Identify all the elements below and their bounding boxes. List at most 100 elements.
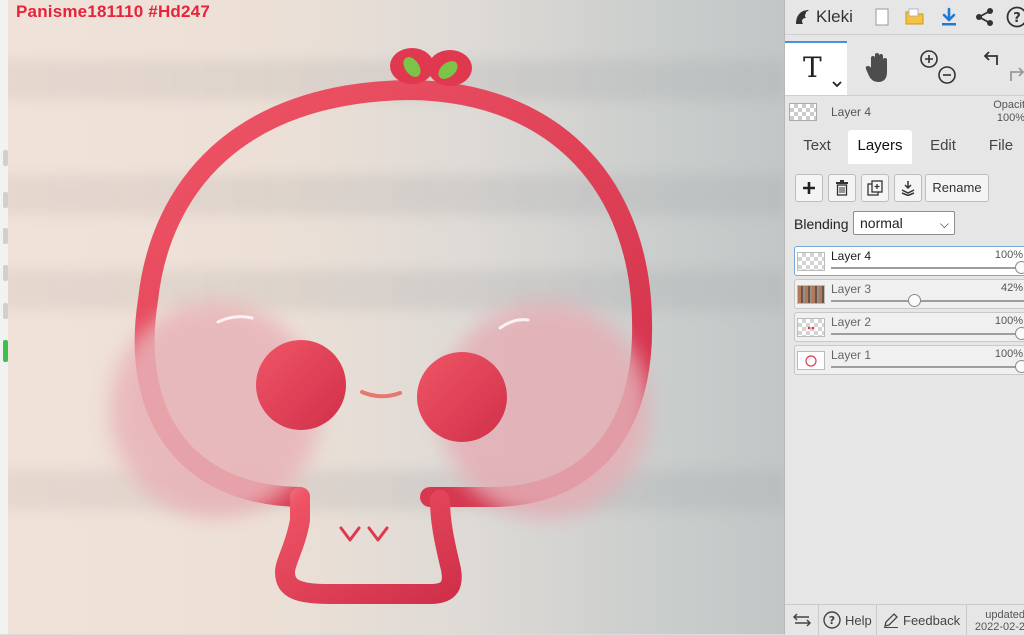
merge-layer-button[interactable] (894, 174, 922, 202)
layer-row-layer-3[interactable]: Layer 3 42% (794, 279, 1024, 309)
mouth (362, 392, 400, 396)
tab-edit[interactable]: Edit (915, 130, 971, 164)
left-edge-gutter (0, 0, 8, 634)
new-image-icon[interactable] (869, 4, 895, 30)
layer-opacity-slider-track[interactable] (831, 366, 1024, 368)
tool-row: T (785, 41, 1024, 96)
swap-arrows-icon (793, 612, 811, 628)
edge-marker (3, 150, 8, 166)
layer-opacity-value: 100% (995, 249, 1023, 261)
add-layer-button[interactable] (795, 174, 823, 202)
zoom-out-icon[interactable] (937, 65, 957, 85)
layer-row-layer-1[interactable]: Layer 1 100% (794, 345, 1024, 375)
layer-opacity-value: 42% (1001, 282, 1023, 294)
text-tool-glyph: T (803, 51, 822, 84)
svg-text:?: ? (1013, 11, 1021, 26)
skull-artwork (0, 0, 784, 634)
plus-icon (802, 181, 816, 195)
edge-marker (3, 303, 8, 319)
zoom-in-icon[interactable] (919, 49, 939, 69)
layer-opacity-slider-knob[interactable] (1015, 261, 1024, 274)
kleki-logo-icon (793, 7, 813, 27)
layer-opacity-slider-knob[interactable] (1015, 360, 1024, 373)
layer-thumbnail (797, 351, 825, 370)
updated-date: 2022-02-2 (975, 621, 1024, 633)
layer-opacity-slider-track[interactable] (831, 300, 1024, 302)
layer-name: Layer 2 (831, 315, 871, 329)
svg-text:?: ? (829, 614, 835, 627)
tab-layers[interactable]: Layers (848, 130, 912, 164)
right-eye (417, 352, 507, 442)
layer-name: Layer 1 (831, 348, 871, 362)
left-eye (256, 340, 346, 430)
layer-opacity-slider-knob[interactable] (908, 294, 921, 307)
blending-mode-select[interactable]: normal ⌵ (853, 211, 955, 235)
edge-marker-active (3, 340, 8, 362)
hand-icon (864, 52, 892, 84)
feedback-label: Feedback (903, 613, 960, 628)
app-name: Kleki (816, 7, 853, 27)
delete-layer-button[interactable] (828, 174, 856, 202)
pencil-icon (883, 612, 899, 628)
swap-side-button[interactable] (785, 605, 819, 635)
layers-panel: Rename Blending normal ⌵ Layer 4 100% La… (785, 164, 1024, 602)
layer-opacity-value: 100% (995, 348, 1023, 360)
layer-opacity-slider-track[interactable] (831, 333, 1024, 335)
share-icon[interactable] (972, 4, 998, 30)
top-bar: Kleki ? (785, 0, 1024, 35)
layer-row-layer-2[interactable]: Layer 2 100% (794, 312, 1024, 342)
layer-name: Layer 3 (831, 282, 871, 296)
feedback-button[interactable]: Feedback (877, 605, 967, 635)
layer-opacity-slider-knob[interactable] (1015, 327, 1024, 340)
blending-mode-value: normal (860, 215, 903, 231)
undo-icon[interactable] (983, 49, 1003, 69)
help-label: Help (845, 613, 872, 628)
help-circle-icon: ? (823, 611, 841, 629)
current-layer-info: Layer 4 Opacit 100% (785, 97, 1024, 127)
current-layer-name: Layer 4 (831, 105, 871, 119)
side-panel: Kleki ? T (784, 0, 1024, 634)
download-icon[interactable] (936, 4, 962, 30)
help-icon[interactable]: ? (1004, 4, 1024, 30)
drawing-title-text: Panisme181110 #Hd247 (16, 2, 210, 22)
current-layer-thumbnail (789, 103, 817, 121)
redo-icon[interactable] (1005, 65, 1024, 85)
updated-info: updated 2022-02-2 (975, 609, 1024, 633)
trash-icon (835, 180, 849, 196)
edge-marker (3, 192, 8, 208)
chevron-down-icon[interactable] (832, 81, 842, 88)
layer-thumbnail (797, 318, 825, 337)
layer-thumbnail (797, 252, 825, 271)
drawing-canvas[interactable]: Panisme181110 #Hd247 (0, 0, 784, 634)
duplicate-icon (867, 180, 883, 196)
zoom-buttons (913, 41, 961, 95)
tab-bar: Text Layers Edit File (785, 130, 1024, 164)
jaw-outline (285, 497, 452, 594)
chevron-down-icon: ⌵ (940, 213, 949, 235)
app-logo[interactable]: Kleki (793, 5, 853, 29)
updated-label: updated (975, 609, 1024, 621)
current-layer-opacity: Opacit 100% (993, 99, 1024, 125)
bottom-bar: ? Help Feedback updated 2022-02-2 (785, 604, 1024, 635)
opacity-label: Opacit (993, 99, 1024, 112)
layer-name: Layer 4 (831, 249, 871, 263)
merge-down-icon (900, 180, 916, 196)
layer-thumbnail (797, 285, 825, 304)
layer-opacity-value: 100% (995, 315, 1023, 327)
help-button[interactable]: ? Help (819, 605, 877, 635)
rename-layer-button[interactable]: Rename (925, 174, 989, 202)
tab-file[interactable]: File (977, 130, 1024, 164)
edge-marker (3, 265, 8, 281)
hand-tool-button[interactable] (847, 41, 909, 95)
nose-marks (341, 528, 387, 540)
blending-label: Blending (794, 216, 849, 232)
text-tool-button[interactable]: T (785, 41, 847, 95)
duplicate-layer-button[interactable] (861, 174, 889, 202)
open-folder-icon[interactable] (902, 4, 928, 30)
layer-row-layer-4[interactable]: Layer 4 100% (794, 246, 1024, 276)
tab-text[interactable]: Text (789, 130, 845, 164)
history-buttons (977, 41, 1024, 95)
layer-opacity-slider-track[interactable] (831, 267, 1024, 269)
opacity-value: 100% (993, 112, 1024, 125)
edge-marker (3, 228, 8, 244)
